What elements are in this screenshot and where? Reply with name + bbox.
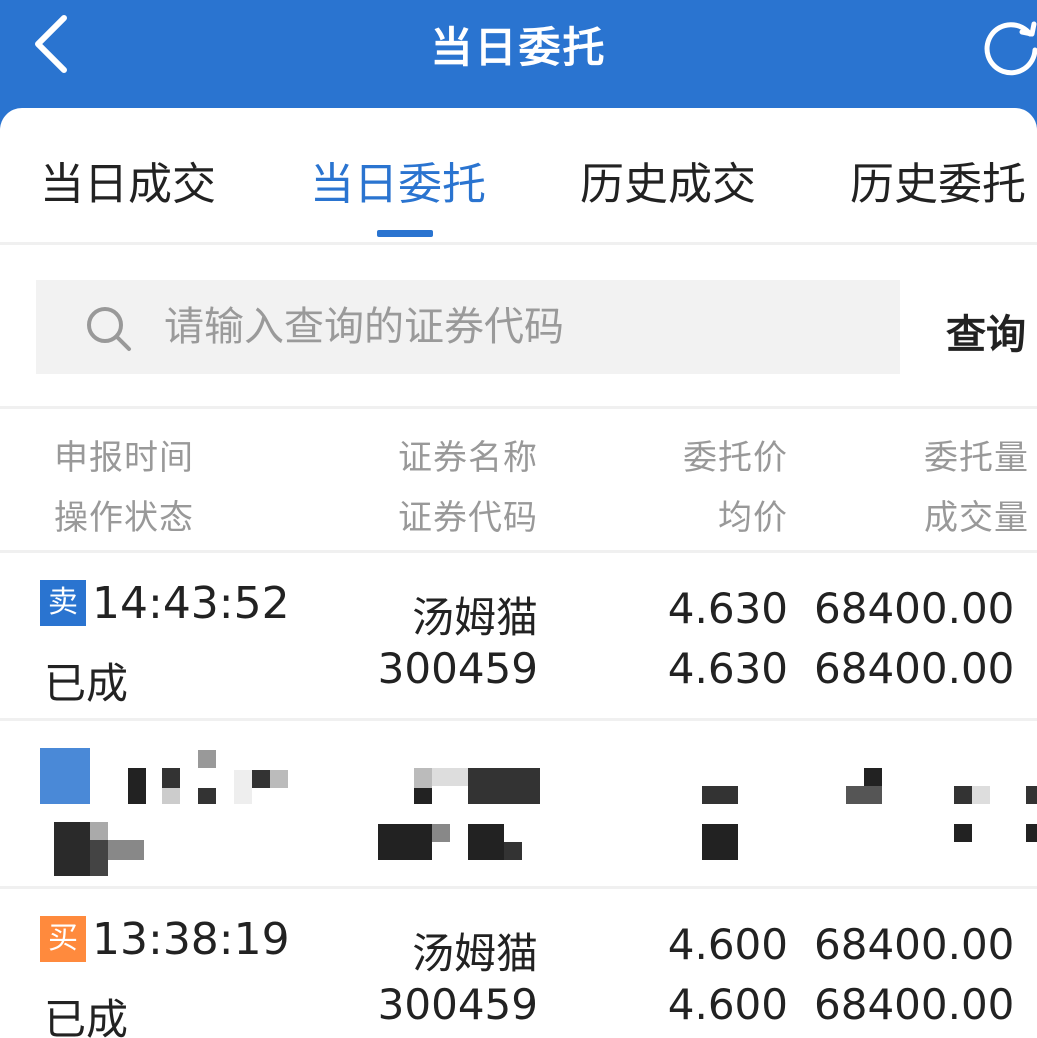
order-time: 13:38:19 bbox=[92, 914, 290, 965]
search-box[interactable] bbox=[36, 280, 900, 374]
header-security-code: 证券代码 bbox=[398, 498, 538, 538]
active-tab-indicator bbox=[377, 230, 433, 237]
table-row[interactable]: 卖 14:43:52 已成 汤姆猫 300459 4.630 4.630 684… bbox=[0, 552, 1037, 720]
order-price: 4.630 bbox=[667, 584, 788, 633]
order-qty: 68400.00 bbox=[814, 920, 1015, 969]
order-qty: 68400.00 bbox=[814, 584, 1015, 633]
search-icon bbox=[87, 307, 131, 351]
filled-qty: 68400.00 bbox=[814, 980, 1015, 1029]
search-input[interactable] bbox=[164, 280, 864, 374]
refresh-icon bbox=[984, 21, 1037, 76]
avg-price: 4.630 bbox=[667, 644, 788, 693]
order-status: 已成 bbox=[44, 995, 129, 1038]
tab-today-orders[interactable]: 当日委托 bbox=[310, 148, 486, 212]
sell-badge: 卖 bbox=[40, 580, 86, 626]
order-price: 4.600 bbox=[667, 920, 788, 969]
redacted-row bbox=[0, 720, 1037, 888]
tab-today-deals[interactable]: 当日成交 bbox=[40, 148, 216, 212]
order-status: 已成 bbox=[44, 659, 129, 708]
header-filled-qty: 成交量 bbox=[924, 498, 1029, 538]
buy-badge: 买 bbox=[40, 916, 86, 962]
header-order-price: 委托价 bbox=[683, 438, 788, 478]
header-avg-price: 均价 bbox=[718, 498, 788, 538]
page-title: 当日委托 bbox=[430, 23, 607, 72]
table-row[interactable]: 买 13:38:19 已成 汤姆猫 300459 4.600 4.600 684… bbox=[0, 888, 1037, 1038]
divider bbox=[0, 242, 1037, 245]
tab-history-orders[interactable]: 历史委托 bbox=[850, 148, 1026, 212]
security-code: 300459 bbox=[377, 980, 538, 1029]
header-operation-status: 操作状态 bbox=[54, 498, 194, 538]
tab-history-deals[interactable]: 历史成交 bbox=[580, 148, 756, 212]
query-button[interactable]: 查询 bbox=[946, 302, 1026, 360]
tab-bar: 当日成交 当日委托 历史成交 历史委托 bbox=[0, 108, 1037, 244]
header-order-qty: 委托量 bbox=[924, 438, 1029, 478]
security-code: 300459 bbox=[377, 644, 538, 693]
header-declare-time: 申报时间 bbox=[54, 438, 194, 478]
order-time: 14:43:52 bbox=[92, 578, 290, 629]
header-security-name: 证券名称 bbox=[398, 438, 538, 478]
security-name: 汤姆猫 bbox=[411, 929, 538, 978]
filled-qty: 68400.00 bbox=[814, 644, 1015, 693]
security-name: 汤姆猫 bbox=[411, 593, 538, 642]
divider bbox=[0, 406, 1037, 409]
avg-price: 4.600 bbox=[667, 980, 788, 1029]
refresh-button[interactable] bbox=[978, 10, 1037, 80]
